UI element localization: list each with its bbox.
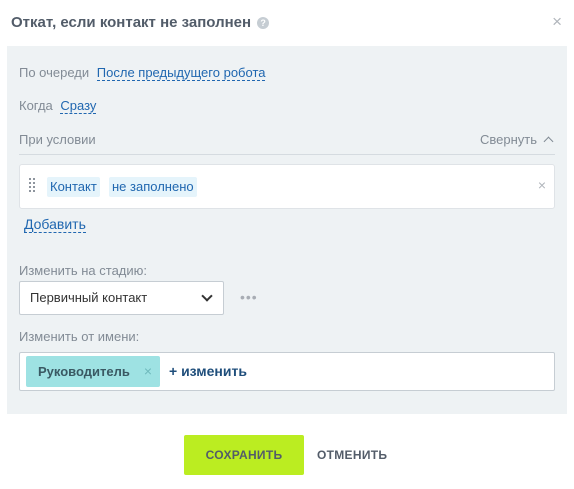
condition-operator-chip[interactable]: не заполнено	[109, 177, 197, 197]
collapse-toggle[interactable]: Свернуть	[479, 132, 554, 147]
close-icon[interactable]: ×	[552, 12, 562, 32]
when-value-link[interactable]: Сразу	[60, 98, 97, 114]
stage-select[interactable]: Первичный контакт	[19, 281, 224, 315]
chevron-down-icon	[201, 290, 213, 302]
add-condition-link[interactable]: Добавить	[24, 216, 86, 233]
modified-by-label: Изменить от имени:	[19, 329, 140, 344]
queue-value-link[interactable]: После предыдущего робота	[96, 65, 266, 81]
queue-row: По очереди После предыдущего робота	[19, 65, 266, 81]
stage-label: Изменить на стадию:	[19, 263, 148, 278]
remove-user-icon[interactable]: ×	[144, 356, 152, 387]
when-label: Когда	[19, 98, 53, 113]
dialog-title-row: Откат, если контакт не заполнен?	[11, 14, 270, 31]
more-options-icon[interactable]: •••	[240, 290, 258, 304]
cancel-button[interactable]: ОТМЕНИТЬ	[317, 435, 387, 475]
dialog-title: Откат, если контакт не заполнен	[11, 14, 252, 31]
settings-panel: По очереди После предыдущего робота Когд…	[7, 46, 567, 414]
stage-select-value: Первичный контакт	[30, 290, 148, 305]
question-circle-icon[interactable]: ?	[257, 17, 270, 29]
save-button[interactable]: СОХРАНИТЬ	[184, 435, 304, 475]
change-user-link[interactable]: + изменить	[169, 363, 247, 379]
condition-field-chip[interactable]: Контакт	[47, 177, 100, 197]
collapse-label: Свернуть	[479, 132, 537, 147]
drag-handle-icon[interactable]	[29, 177, 37, 193]
condition-label: При условии	[19, 132, 96, 147]
when-row: Когда Сразу	[19, 98, 97, 114]
user-chip: Руководитель ×	[26, 356, 160, 387]
condition-row: Контакт не заполнено ×	[19, 164, 555, 209]
divider	[19, 154, 555, 155]
chevron-up-icon	[543, 136, 554, 147]
queue-label: По очереди	[19, 65, 90, 80]
dialog-header: Откат, если контакт не заполнен? ×	[0, 0, 574, 46]
user-chip-label: Руководитель	[38, 364, 130, 379]
modified-by-field: Руководитель × + изменить	[19, 352, 555, 391]
remove-condition-icon[interactable]: ×	[538, 177, 546, 193]
